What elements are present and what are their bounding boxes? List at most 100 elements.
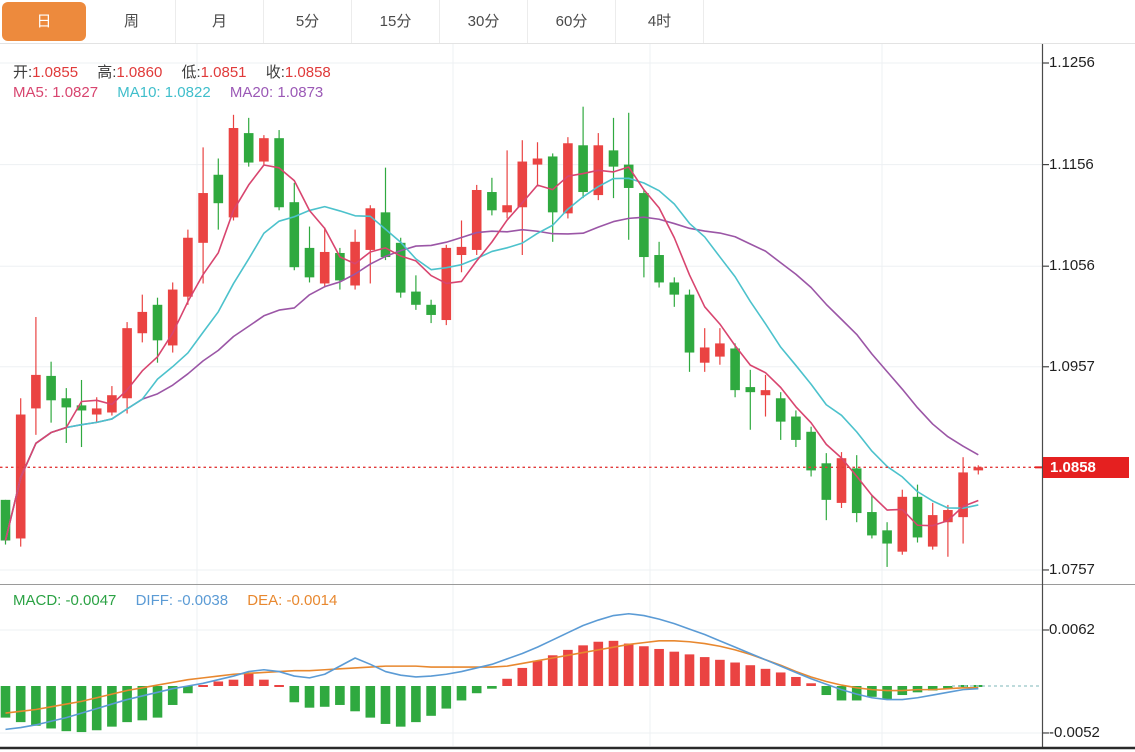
candle-body [837,458,847,503]
candle-body [214,175,224,203]
ma10-line [6,178,979,540]
candle-body [533,158,543,164]
tab-4hour[interactable]: 4时 [616,0,704,43]
price-axis-label: 1.1056 [1049,257,1095,275]
price-axis-label: 1.1156 [1049,156,1094,174]
macd-histogram-bar [487,686,497,689]
candle-body [290,202,300,267]
candle-body [670,282,680,294]
candle-body [654,255,664,282]
macd-histogram-bar [654,649,664,686]
ma10-legend: MA10: 1.0822 [117,84,210,101]
candle-body [122,328,132,398]
macd-histogram-bar [502,679,512,686]
diff-line [6,614,979,730]
candle-body [928,515,938,546]
macd-histogram-bar [274,685,284,687]
macd-histogram-bar [624,644,634,686]
macd-histogram-bar [822,686,832,695]
macd-histogram-bar [62,686,72,731]
macd-histogram-bar [320,686,330,707]
ma20-legend: MA20: 1.0873 [230,84,323,101]
candle-body [882,530,892,543]
open-value: 1.0855 [32,64,78,81]
candle-body [1,500,11,541]
macd-histogram-bar [77,686,87,732]
ma-legend: MA5: 1.0827 MA10: 1.0822 MA20: 1.0873 [13,84,338,101]
ohlc-legend: 开:1.0855 高:1.0860 低:1.0851 收:1.0858 [13,61,346,82]
candle-body [502,205,512,212]
candle-body [259,138,269,161]
tab-15min[interactable]: 15分 [352,0,440,43]
candle-body [639,193,649,257]
macd-histogram-bar [882,686,892,700]
candle-body [609,150,619,166]
diff-value-label: DIFF: -0.0038 [136,592,229,609]
dea-line [6,641,979,713]
macd-histogram-bar [472,686,482,693]
candle-body [548,156,558,212]
candle-body [274,138,284,207]
macd-axis-label: 0.0062 [1049,621,1095,639]
tab-day[interactable]: 日 [2,2,86,41]
current-price-badge: 1.0858 [1043,457,1129,478]
candle-body [411,292,421,305]
close-value: 1.0858 [285,64,331,81]
macd-histogram-bar [411,686,421,722]
price-axis-label: 1.0957 [1049,358,1095,376]
macd-histogram-bar [305,686,315,708]
candle-body [746,387,756,392]
candle-body [806,432,816,471]
tab-5min[interactable]: 5分 [264,0,352,43]
kline-chart-canvas[interactable] [0,0,1135,752]
candle-body [457,247,467,255]
macd-histogram-bar [776,672,786,686]
ma5-legend: MA5: 1.0827 [13,84,98,101]
macd-histogram-bar [761,669,771,686]
macd-histogram-bar [700,657,710,686]
macd-legend: MACD: -0.0047 DIFF: -0.0038 DEA: -0.0014 [13,592,352,609]
candle-body [791,417,801,440]
candle-body [578,145,588,192]
kline-app: { "tabs": { "items": [ {"label": "日", "a… [0,0,1135,752]
candle-body [46,376,56,400]
candle-body [761,390,771,395]
candle-body [153,305,163,341]
tab-week[interactable]: 周 [88,0,176,43]
tab-60min[interactable]: 60分 [528,0,616,43]
macd-histogram-bar [244,673,254,686]
macd-histogram-bar [548,655,558,686]
candle-body [913,497,923,538]
candle-body [898,497,908,552]
macd-histogram-bar [350,686,360,711]
tab-month[interactable]: 月 [176,0,264,43]
macd-histogram-bar [457,686,467,700]
tab-30min[interactable]: 30分 [440,0,528,43]
macd-histogram-bar [639,646,649,686]
macd-histogram-bar [396,686,406,727]
candle-body [700,347,710,362]
candle-body [867,512,877,535]
macd-histogram-bar [426,686,436,716]
dea-value-label: DEA: -0.0014 [247,592,337,609]
macd-histogram-bar [533,661,543,686]
candle-body [472,190,482,250]
high-label: 高: [97,64,116,81]
candle-body [92,408,102,414]
macd-histogram-bar [381,686,391,724]
macd-histogram-bar [746,665,756,686]
macd-histogram-bar [442,686,452,709]
high-value: 1.0860 [116,64,162,81]
candle-body [715,343,725,356]
macd-histogram-bar [366,686,376,718]
macd-histogram-bar [594,642,604,686]
ma5-line [6,165,979,540]
candle-body [138,312,148,333]
macd-value-label: MACD: -0.0047 [13,592,116,609]
macd-histogram-bar [730,663,740,686]
candle-body [198,193,208,243]
macd-histogram-bar [31,686,41,726]
macd-histogram-bar [685,654,695,686]
macd-histogram-bar [335,686,345,705]
candle-body [305,248,315,277]
